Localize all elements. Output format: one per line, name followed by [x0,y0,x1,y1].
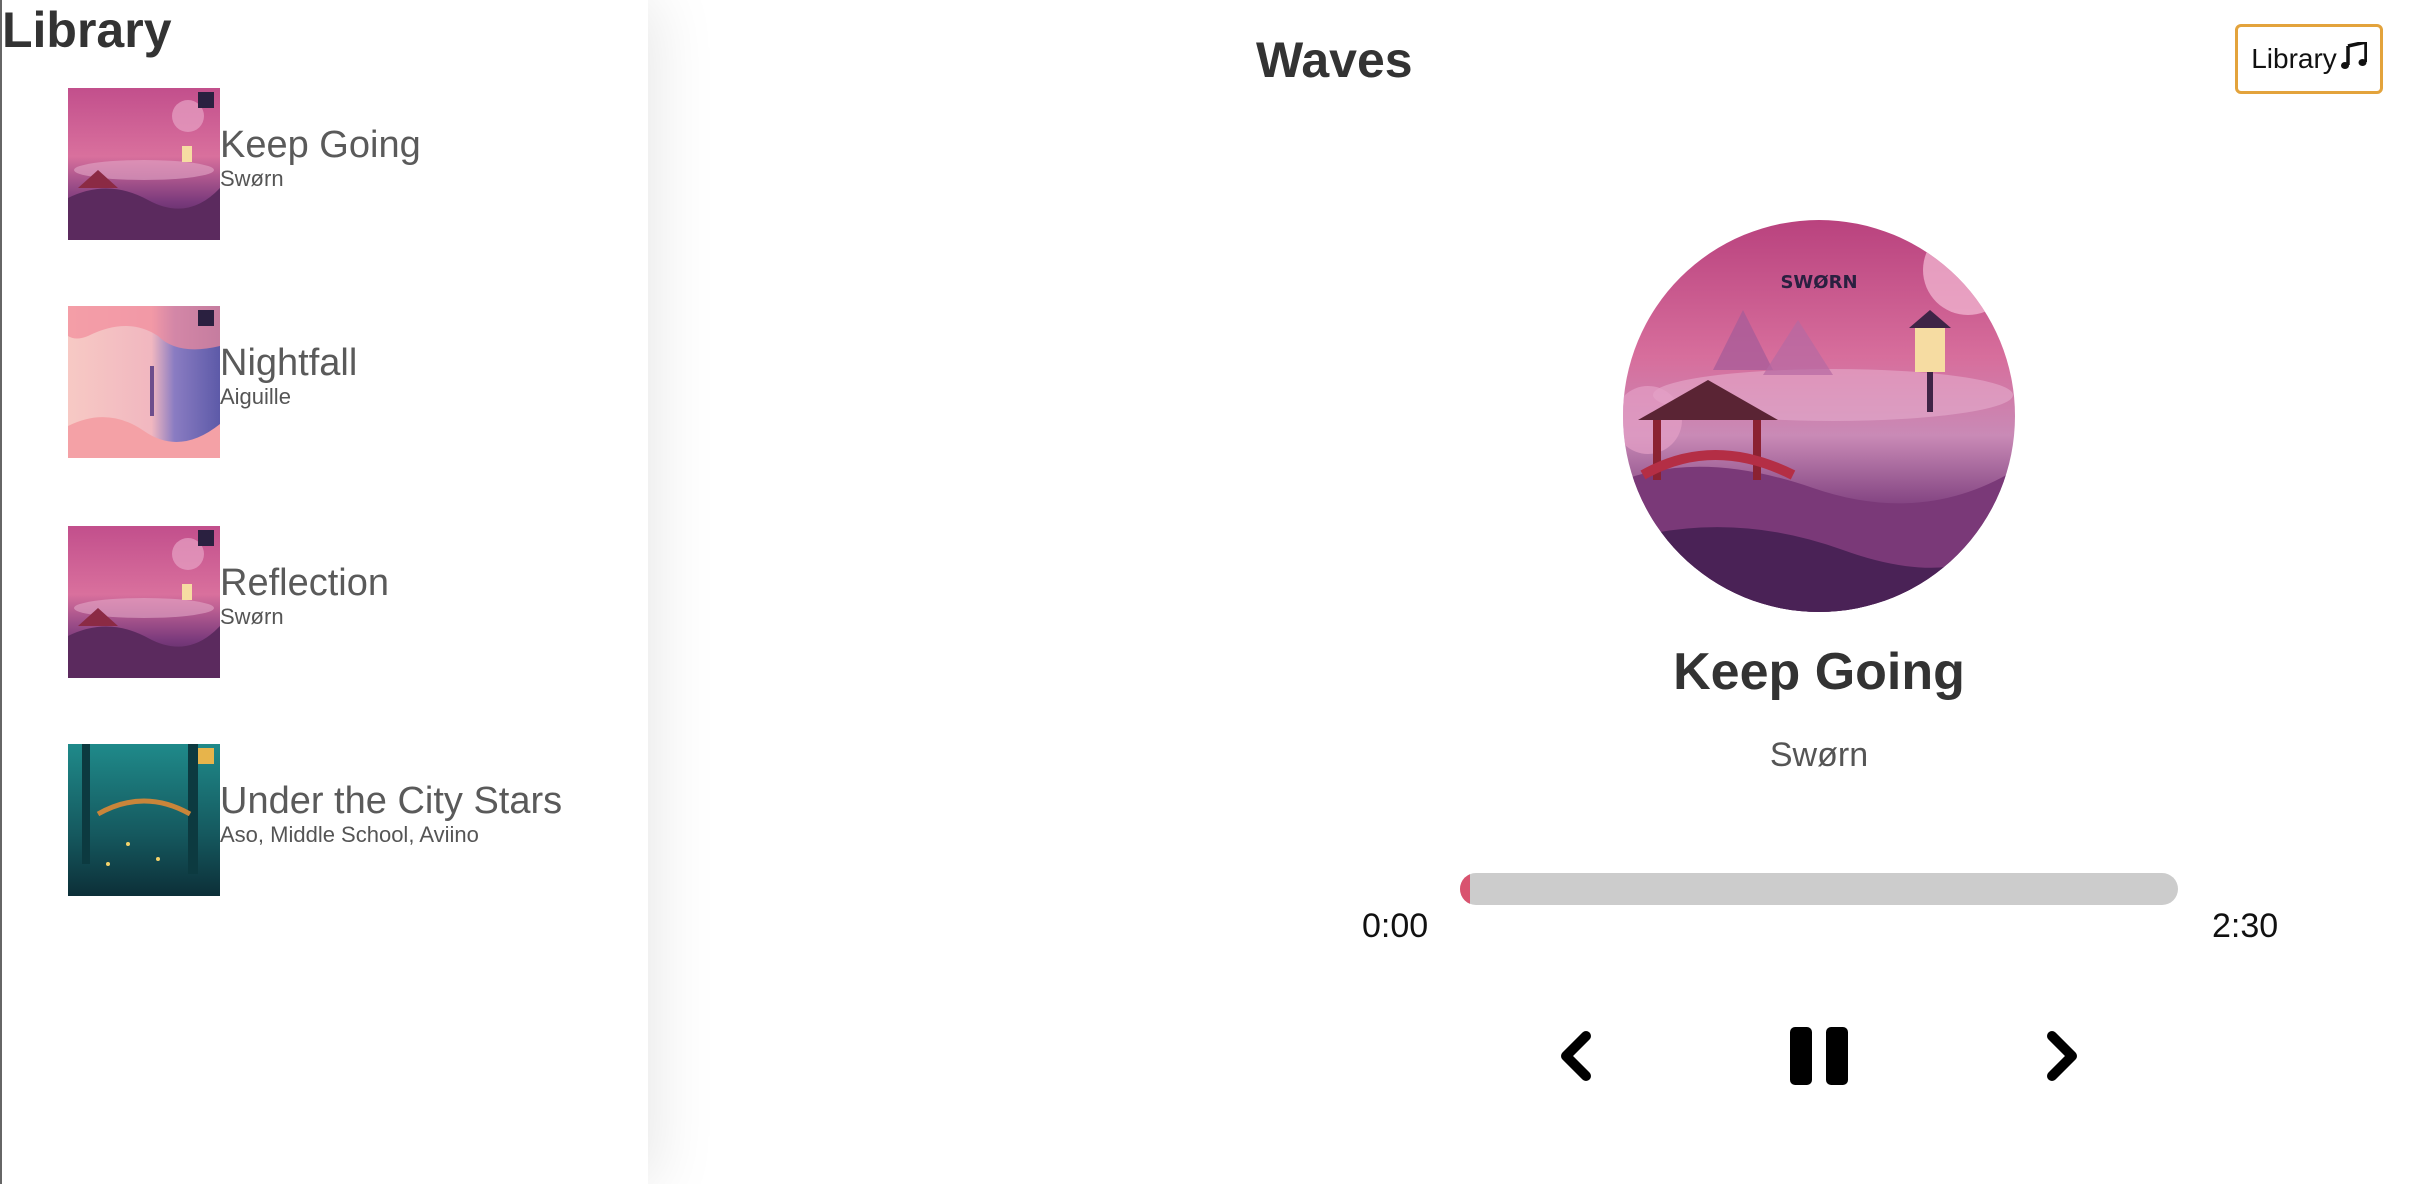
album-cover [68,88,220,240]
library-title: Library [2,2,172,58]
song-name: Keep Going [220,124,421,166]
app-title: Waves [1256,32,1413,88]
library-toggle-button[interactable]: Library [2235,24,2383,94]
album-cover [68,526,220,678]
library-sidebar: Library Keep Going Swørn Nightfall Aigui… [0,0,648,1184]
library-button-label: Library [2251,43,2337,74]
play-pause-button[interactable] [1786,1025,1852,1087]
pause-icon [1790,1027,1848,1085]
album-cover [68,306,220,458]
library-song-under-the-city-stars[interactable]: Under the City Stars Aso, Middle School,… [68,744,628,896]
song-artist: Swørn [220,166,284,191]
current-time: 0:00 [1362,907,1429,945]
current-track-cover: SWØRN [1623,220,2015,612]
seek-bar[interactable] [1460,873,2178,905]
seek-bar-progress [1460,873,1470,905]
music-note-icon [2340,39,2368,77]
song-name: Under the City Stars [220,780,563,822]
chevron-right-icon [2047,1031,2077,1081]
current-track-artist: Swørn [1769,736,1869,774]
song-artist: Aso, Middle School, Aviino [220,822,479,847]
song-artist: Aiguille [220,384,291,409]
track-duration: 2:30 [2212,907,2279,945]
song-name: Reflection [220,562,389,604]
next-track-button[interactable] [2036,1026,2086,1086]
library-song-keep-going[interactable]: Keep Going Swørn [68,88,628,240]
library-song-nightfall[interactable]: Nightfall Aiguille [68,306,628,458]
song-name: Nightfall [220,342,358,384]
library-song-reflection[interactable]: Reflection Swørn [68,526,628,678]
song-artist: Swørn [220,604,284,629]
album-cover [68,744,220,896]
svg-text:SWØRN: SWØRN [1780,272,1857,293]
current-track-title: Keep Going [1673,643,1965,701]
previous-track-button[interactable] [1552,1026,1602,1086]
chevron-left-icon [1561,1031,1591,1081]
